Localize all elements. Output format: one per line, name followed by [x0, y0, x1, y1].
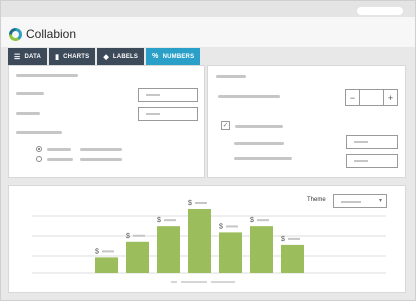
data-label-prefix: $: [281, 236, 285, 243]
bar-chart: $ $ $ $ $ $ $: [32, 200, 386, 283]
legend-marker: [171, 281, 177, 283]
data-label-placeholder: [257, 219, 269, 222]
data-label-prefix: $: [126, 233, 130, 240]
data-label-prefix: $: [95, 248, 99, 255]
data-label-prefix: $: [219, 223, 223, 230]
data-label-placeholder: [288, 237, 300, 240]
data-label-placeholder: [164, 219, 176, 222]
bar: [219, 232, 242, 273]
data-label-placeholder: [226, 225, 238, 228]
bar: [281, 244, 304, 273]
data-label-prefix: $: [157, 217, 161, 224]
data-label-prefix: $: [188, 200, 192, 207]
data-label-placeholder: [195, 202, 207, 204]
bar: [188, 209, 211, 273]
data-label-prefix: $: [250, 217, 254, 224]
bar: [95, 257, 118, 273]
bar: [126, 241, 149, 273]
legend-label-placeholder: [211, 281, 235, 283]
data-label-placeholder: [102, 250, 114, 253]
data-label-placeholder: [133, 234, 145, 237]
bar: [157, 226, 180, 273]
bar: [250, 226, 273, 273]
legend-label-placeholder: [181, 281, 207, 283]
